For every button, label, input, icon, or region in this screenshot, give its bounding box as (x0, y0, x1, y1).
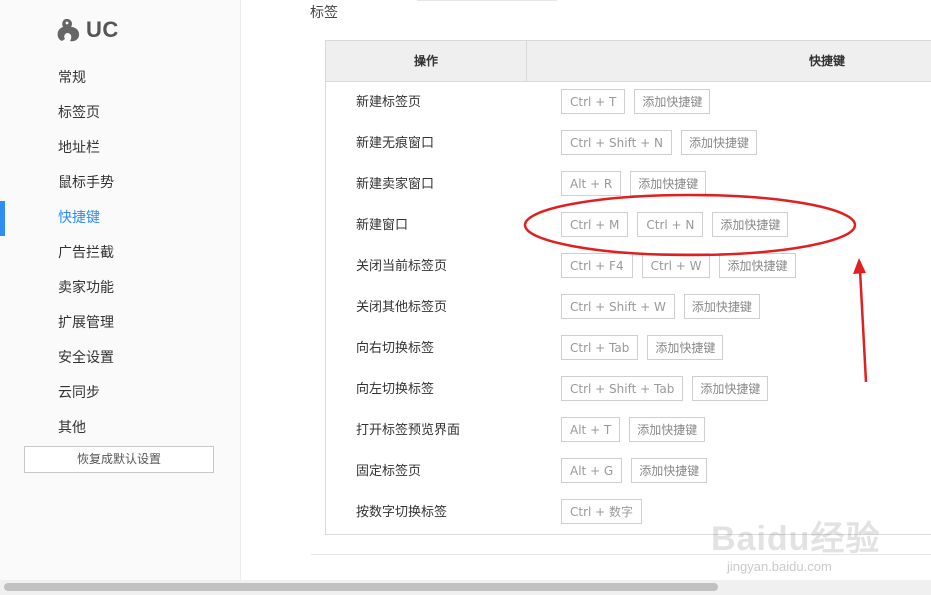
sidebar-item[interactable]: 扩展管理 (0, 306, 240, 341)
sidebar-item[interactable]: 云同步 (0, 376, 240, 411)
sidebar-item[interactable]: 卖家功能 (0, 271, 240, 306)
shortcut-action-label: 关闭当前标签页 (356, 259, 448, 274)
shortcut-key-field[interactable]: Ctrl + Tab (561, 335, 639, 360)
sidebar: UC 常规 标签页 地址栏 鼠标手势 快捷键 广告拦截 卖家功能 扩展管理 安全设置 云同步 其他 … (0, 0, 241, 580)
shortcut-action-label: 新建标签页 (356, 95, 422, 110)
shortcut-action-label: 新建卖家窗口 (356, 177, 435, 192)
shortcut-action-label: 新建窗口 (356, 218, 409, 233)
shortcut-action-label: 固定标签页 (356, 464, 422, 479)
shortcut-key-field[interactable]: Ctrl + N (637, 212, 704, 237)
table-header: 操作 快捷键 (326, 41, 931, 82)
logo-text: UC (86, 17, 119, 42)
squirrel-icon (57, 18, 80, 42)
shortcut-keys: Alt + R 添加快捷键 (561, 171, 707, 196)
table-row: 关闭其他标签页 Ctrl + Shift + W 添加快捷键 (326, 287, 931, 328)
sidebar-item[interactable]: 地址栏 (0, 131, 240, 166)
shortcut-action-label: 打开标签预览界面 (356, 423, 461, 438)
main-panel: 标签 操作 快捷键 新建标签页 Ctrl + T 添加快捷键 新建无痕窗口 Ctrl +… (241, 0, 931, 580)
shortcut-key-field[interactable]: Ctrl + M (561, 212, 629, 237)
watermark-url: jingyan.baidu.com (727, 559, 832, 574)
add-shortcut-button[interactable]: 添加快捷键 (630, 171, 707, 196)
add-shortcut-button[interactable]: 添加快捷键 (634, 89, 711, 114)
table-row: 新建无痕窗口 Ctrl + Shift + N 添加快捷键 (326, 123, 931, 164)
shortcut-keys: Ctrl + M Ctrl + N 添加快捷键 (561, 212, 789, 237)
shortcut-keys: Ctrl + Shift + N 添加快捷键 (561, 130, 757, 155)
table-row: 新建窗口 Ctrl + M Ctrl + N 添加快捷键 (326, 205, 931, 246)
shortcut-keys: Alt + G 添加快捷键 (561, 458, 708, 483)
shortcut-action-label: 关闭其他标签页 (356, 300, 448, 315)
shortcut-key-field[interactable]: Alt + T (561, 417, 621, 442)
table-row: 向左切换标签 Ctrl + Shift + Tab 添加快捷键 (326, 369, 931, 410)
uc-logo: UC (54, 14, 119, 46)
shortcut-key-field[interactable]: Ctrl + Shift + Tab (561, 376, 684, 401)
shortcut-key-field[interactable]: Ctrl + Shift + W (561, 294, 675, 319)
sidebar-item[interactable]: 安全设置 (0, 341, 240, 376)
add-shortcut-button[interactable]: 添加快捷键 (647, 335, 724, 360)
shortcut-key-field[interactable]: Alt + G (561, 458, 623, 483)
sidebar-item[interactable]: 其他 (0, 411, 240, 446)
horizontal-scrollbar-thumb[interactable] (4, 583, 718, 591)
sidebar-item[interactable]: 广告拦截 (0, 236, 240, 271)
shortcut-key-field[interactable]: Ctrl + 数字 (561, 499, 643, 524)
column-header-action: 操作 (326, 41, 527, 81)
shortcut-action-label: 向右切换标签 (356, 341, 435, 356)
shortcut-keys: Ctrl + Tab 添加快捷键 (561, 335, 724, 360)
shortcut-key-field[interactable]: Ctrl + F4 (561, 253, 633, 278)
shortcut-key-field[interactable]: Ctrl + T (561, 89, 626, 114)
shortcut-key-field[interactable]: Ctrl + W (641, 253, 711, 278)
table-row: 打开标签预览界面 Alt + T 添加快捷键 (326, 410, 931, 451)
column-header-shortcut: 快捷键 (808, 54, 845, 68)
sidebar-item[interactable]: 标签页 (0, 96, 240, 131)
add-shortcut-button[interactable]: 添加快捷键 (683, 294, 760, 319)
sidebar-item[interactable]: 快捷键 (0, 201, 240, 236)
add-shortcut-button[interactable]: 添加快捷键 (631, 458, 708, 483)
shortcut-keys: Ctrl + F4 Ctrl + W 添加快捷键 (561, 253, 796, 278)
shortcut-action-label: 向左切换标签 (356, 382, 435, 397)
baidu-watermark: Baidu经验 jingyan.baidu.com (711, 509, 911, 579)
shortcut-action-label: 新建无痕窗口 (356, 136, 435, 151)
shortcut-keys: Ctrl + T 添加快捷键 (561, 89, 711, 114)
section-label: 标签 (310, 5, 338, 21)
shortcut-keys: Alt + T 添加快捷键 (561, 417, 706, 442)
sidebar-item[interactable]: 鼠标手势 (0, 166, 240, 201)
table-row: 固定标签页 Alt + G 添加快捷键 (326, 451, 931, 492)
add-shortcut-button[interactable]: 添加快捷键 (629, 417, 706, 442)
table-row: 新建标签页 Ctrl + T 添加快捷键 (326, 82, 931, 123)
watermark-brand: Baidu经验 (711, 520, 881, 558)
sidebar-item[interactable]: 常规 (0, 61, 240, 96)
shortcut-keys: Ctrl + Shift + Tab 添加快捷键 (561, 376, 769, 401)
shortcut-keys: Ctrl + 数字 (561, 499, 651, 524)
add-shortcut-button[interactable]: 添加快捷键 (680, 130, 757, 155)
table-row: 新建卖家窗口 Alt + R 添加快捷键 (326, 164, 931, 205)
restore-defaults-button[interactable]: 恢复成默认设置 (24, 446, 214, 473)
add-shortcut-button[interactable]: 添加快捷键 (719, 253, 796, 278)
divider (417, 0, 557, 1)
table-row: 向右切换标签 Ctrl + Tab 添加快捷键 (326, 328, 931, 369)
add-shortcut-button[interactable]: 添加快捷键 (692, 376, 769, 401)
shortcut-key-field[interactable]: Ctrl + Shift + N (561, 130, 672, 155)
table-row: 关闭当前标签页 Ctrl + F4 Ctrl + W 添加快捷键 (326, 246, 931, 287)
shortcut-key-field[interactable]: Alt + R (561, 171, 622, 196)
shortcut-table: 操作 快捷键 新建标签页 Ctrl + T 添加快捷键 新建无痕窗口 Ctrl + Sh… (325, 40, 931, 535)
add-shortcut-button[interactable]: 添加快捷键 (712, 212, 789, 237)
settings-nav: 常规 标签页 地址栏 鼠标手势 快捷键 广告拦截 卖家功能 扩展管理 安全设置 云同步 其他 (0, 61, 240, 446)
shortcut-action-label: 按数字切换标签 (356, 505, 448, 520)
shortcut-keys: Ctrl + Shift + W 添加快捷键 (561, 294, 760, 319)
